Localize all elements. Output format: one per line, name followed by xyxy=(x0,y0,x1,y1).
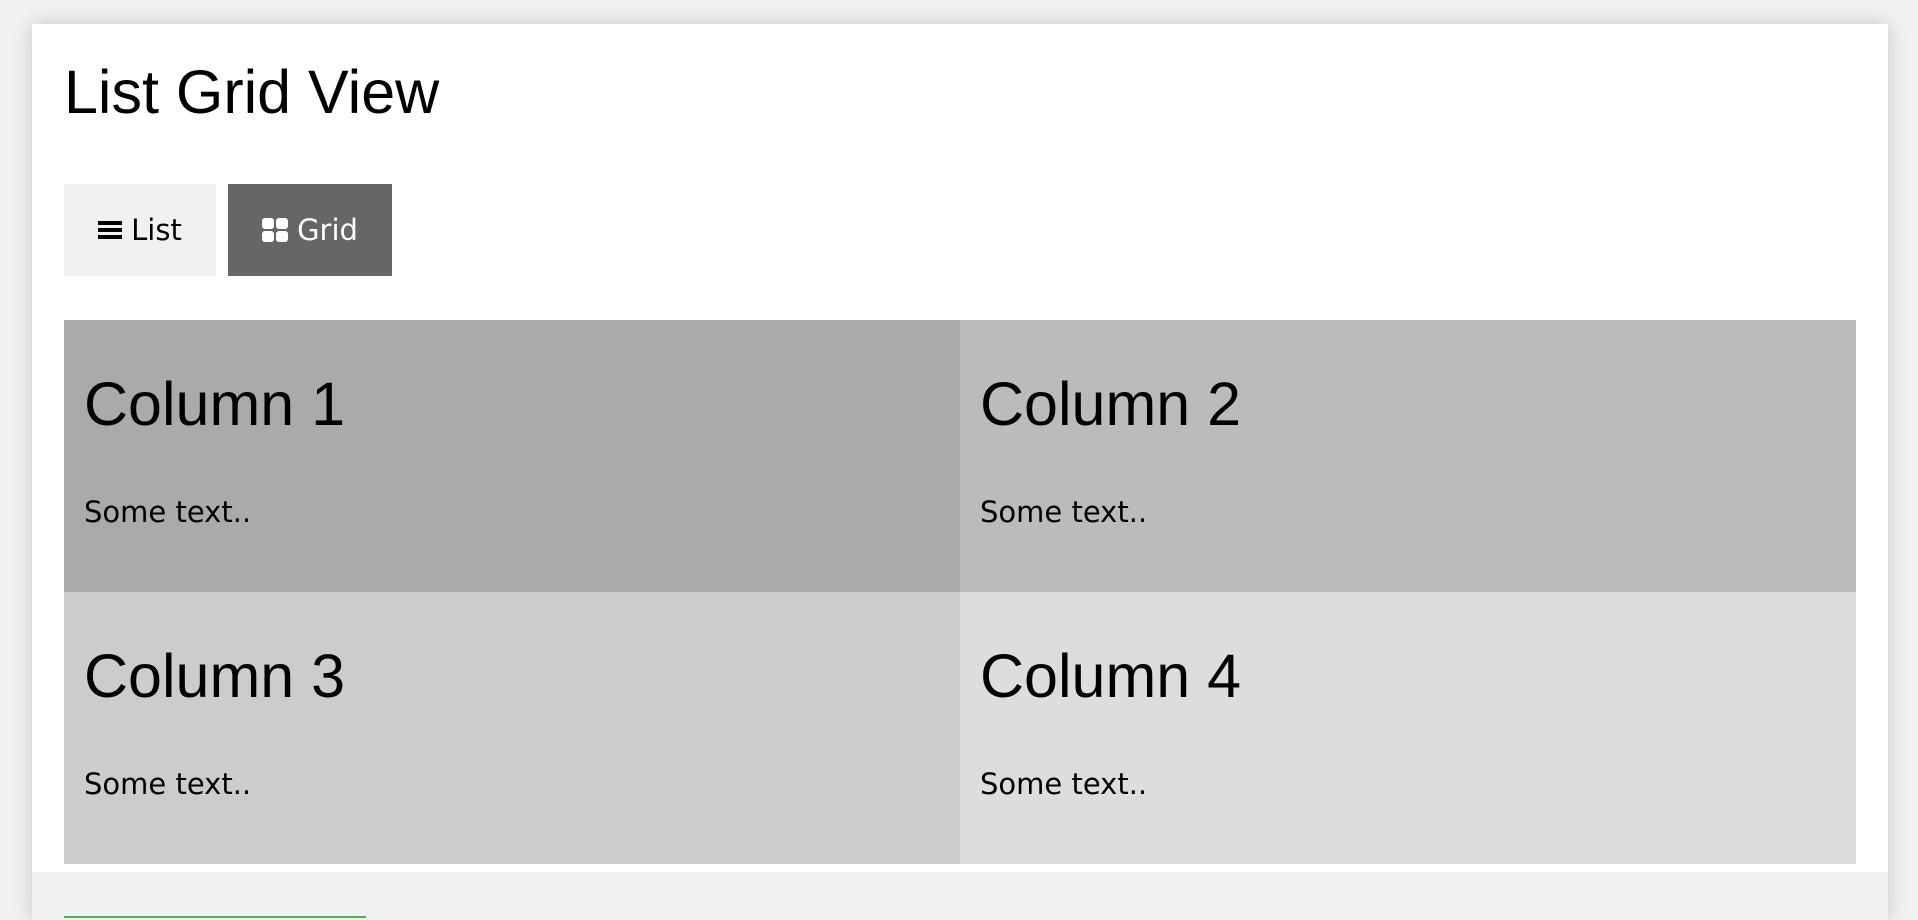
footer-accent-bar xyxy=(64,916,366,918)
column-text: Some text.. xyxy=(84,495,252,529)
column-title: Column 2 xyxy=(980,370,1242,438)
column-card-1: Column 1 Some text.. xyxy=(64,320,960,592)
list-view-button[interactable]: List xyxy=(64,184,216,276)
column-title: Column 4 xyxy=(980,642,1242,710)
column-text: Some text.. xyxy=(980,495,1148,529)
column-card-2: Column 2 Some text.. xyxy=(960,320,1856,592)
grid-view-button[interactable]: Grid xyxy=(228,184,392,276)
column-text: Some text.. xyxy=(980,767,1148,801)
page-container: List Grid View List Grid Column 1 Some t… xyxy=(32,24,1888,920)
column-grid: Column 1 Some text.. Column 2 Some text.… xyxy=(64,320,1856,864)
page-title: List Grid View xyxy=(64,58,440,126)
column-text: Some text.. xyxy=(84,767,252,801)
bars-icon xyxy=(98,220,123,240)
column-card-3: Column 3 Some text.. xyxy=(64,592,960,864)
footer-area xyxy=(32,872,1888,920)
grid-view-label: Grid xyxy=(297,213,358,247)
list-view-label: List xyxy=(131,213,182,247)
column-title: Column 1 xyxy=(84,370,346,438)
th-large-icon xyxy=(262,218,289,242)
main-content: List Grid View List Grid Column 1 Some t… xyxy=(64,24,1856,872)
column-card-4: Column 4 Some text.. xyxy=(960,592,1856,864)
column-title: Column 3 xyxy=(84,642,346,710)
